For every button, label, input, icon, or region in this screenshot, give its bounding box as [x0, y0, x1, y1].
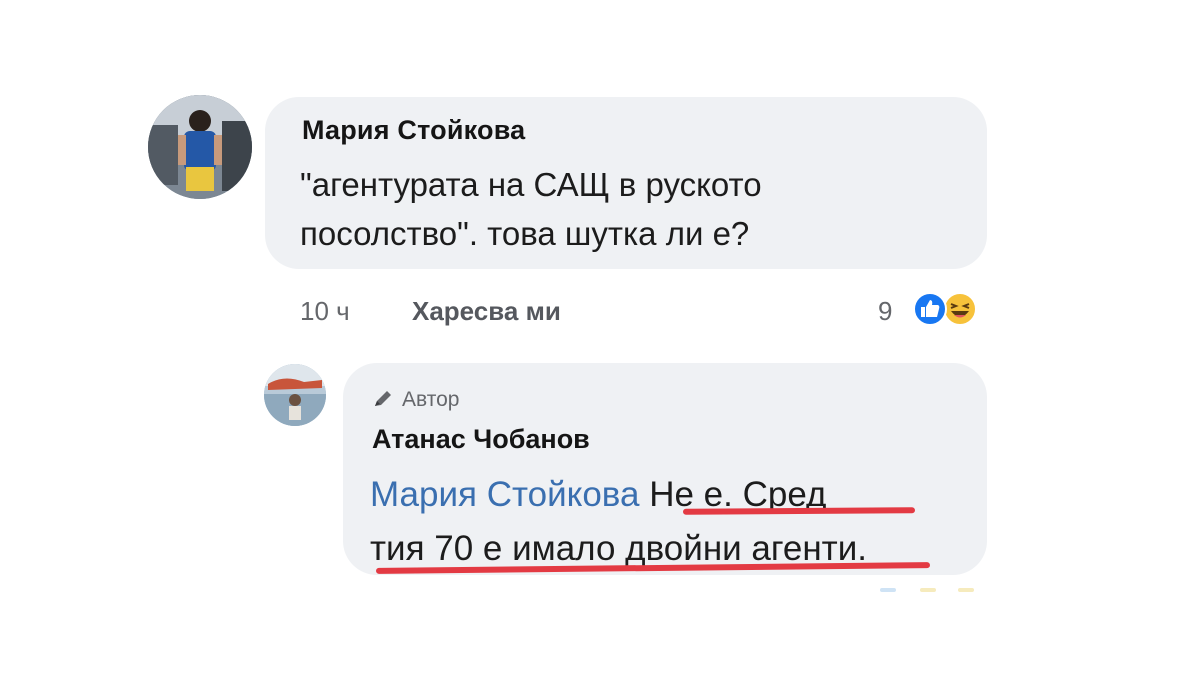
user-photo-icon: [264, 364, 326, 426]
reply-author-name[interactable]: Атанас Чобанов: [372, 424, 590, 455]
commenter-avatar[interactable]: [148, 95, 252, 199]
faint-icon: [958, 588, 974, 592]
author-badge: Автор: [372, 388, 459, 412]
faint-icon: [920, 588, 936, 592]
faint-icon: [880, 588, 896, 592]
comment-text: "агентурата на САЩ в руското посолство".…: [300, 160, 940, 258]
comment-author-name[interactable]: Мария Стойкова: [302, 115, 525, 146]
like-button[interactable]: Харесва ми: [412, 296, 561, 327]
like-icon: [913, 292, 947, 326]
comment-text-line: посолство". това шутка ли е?: [300, 215, 750, 252]
author-badge-label: Автор: [402, 388, 460, 411]
comment-thread: Мария Стойкова "агентурата на САЩ в руск…: [0, 0, 1200, 675]
user-photo-icon: [148, 95, 252, 199]
reply-author-avatar[interactable]: [264, 364, 326, 426]
cropped-reaction-icons: [880, 588, 980, 594]
pencil-icon: [375, 391, 391, 406]
reply-text: Мария Стойкова Не е. Сред тия 70 е имало…: [370, 468, 970, 576]
comment-text-line: "агентурата на САЩ в руското: [300, 166, 762, 203]
mention-link[interactable]: Мария Стойкова: [370, 475, 639, 514]
comment-timestamp[interactable]: 10 ч: [300, 296, 350, 327]
reply-text-line: Мария Стойкова Не е. Сред: [370, 468, 970, 522]
reaction-count: 9: [878, 296, 893, 326]
